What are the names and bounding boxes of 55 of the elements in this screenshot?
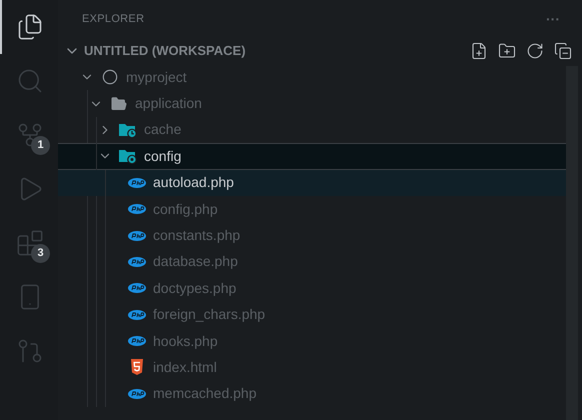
tree-label: autoload.php: [153, 173, 234, 192]
open-folder-icon: [110, 94, 128, 113]
tree-label: cache: [144, 120, 182, 140]
php-file-icon: [128, 204, 146, 214]
new-file-icon[interactable]: [470, 42, 488, 60]
php-file-icon: [128, 256, 146, 267]
tree-label: index.html: [153, 358, 217, 377]
tree-label: doctypes.php: [153, 278, 236, 298]
tree-label: hooks.php: [153, 332, 218, 351]
php-file-icon: [128, 283, 146, 294]
files-icon: [16, 13, 44, 41]
php-file-icon: [128, 230, 146, 241]
php-file-icon: [128, 178, 146, 188]
blocks-icon: [16, 229, 44, 257]
tree-row[interactable]: database.php: [58, 248, 566, 276]
tree-label: myproject: [126, 68, 187, 87]
tree-row[interactable]: autoload.php: [58, 170, 566, 196]
tree-row[interactable]: config: [58, 143, 566, 170]
branch-icon: [16, 121, 44, 149]
new-folder-icon[interactable]: [498, 42, 516, 60]
tree-row[interactable]: hooks.php: [58, 328, 566, 354]
tree-row[interactable]: cache: [58, 116, 566, 144]
tree-label: constants.php: [153, 226, 240, 246]
scrollbar[interactable]: [566, 66, 578, 420]
activity-item[interactable]: 3: [0, 216, 58, 270]
count-badge: 1: [31, 136, 50, 155]
tree-row[interactable]: foreign_chars.php: [58, 302, 566, 328]
tree-row[interactable]: constants.php: [58, 222, 566, 249]
collapse-icon[interactable]: [554, 42, 572, 60]
tree-row[interactable]: index.html: [58, 354, 566, 381]
count-badge: 3: [31, 244, 50, 263]
refresh-icon[interactable]: [526, 42, 544, 60]
circle-icon: [102, 69, 118, 86]
php-file-icon: [128, 310, 146, 320]
tree-label: config.php: [153, 200, 218, 219]
search-icon: [16, 67, 44, 95]
tree-label: foreign_chars.php: [153, 305, 266, 324]
pull-request-icon: [16, 337, 44, 365]
tree-row[interactable]: doctypes.php: [58, 275, 566, 302]
tree-label: application: [135, 94, 202, 114]
php-file-icon: [128, 336, 146, 346]
tree-label: config: [144, 146, 182, 166]
tree-row[interactable]: memcached.php: [58, 380, 566, 408]
tree-label: memcached.php: [153, 384, 257, 404]
explorer-title: EXPLORER: [82, 12, 144, 27]
html-file-icon: [130, 359, 144, 376]
workspace-title: UNTITLED (WORKSPACE): [84, 42, 246, 60]
tree-row[interactable]: myproject: [58, 64, 566, 90]
php-file-icon: [128, 388, 146, 399]
activity-item[interactable]: 1: [0, 108, 58, 162]
tree-row[interactable]: application: [58, 90, 566, 117]
clock-folder-icon: [118, 122, 138, 138]
tree-label: database.php: [153, 252, 238, 272]
tree-row[interactable]: config.php: [58, 196, 566, 222]
more-actions[interactable]: ···: [546, 8, 560, 30]
